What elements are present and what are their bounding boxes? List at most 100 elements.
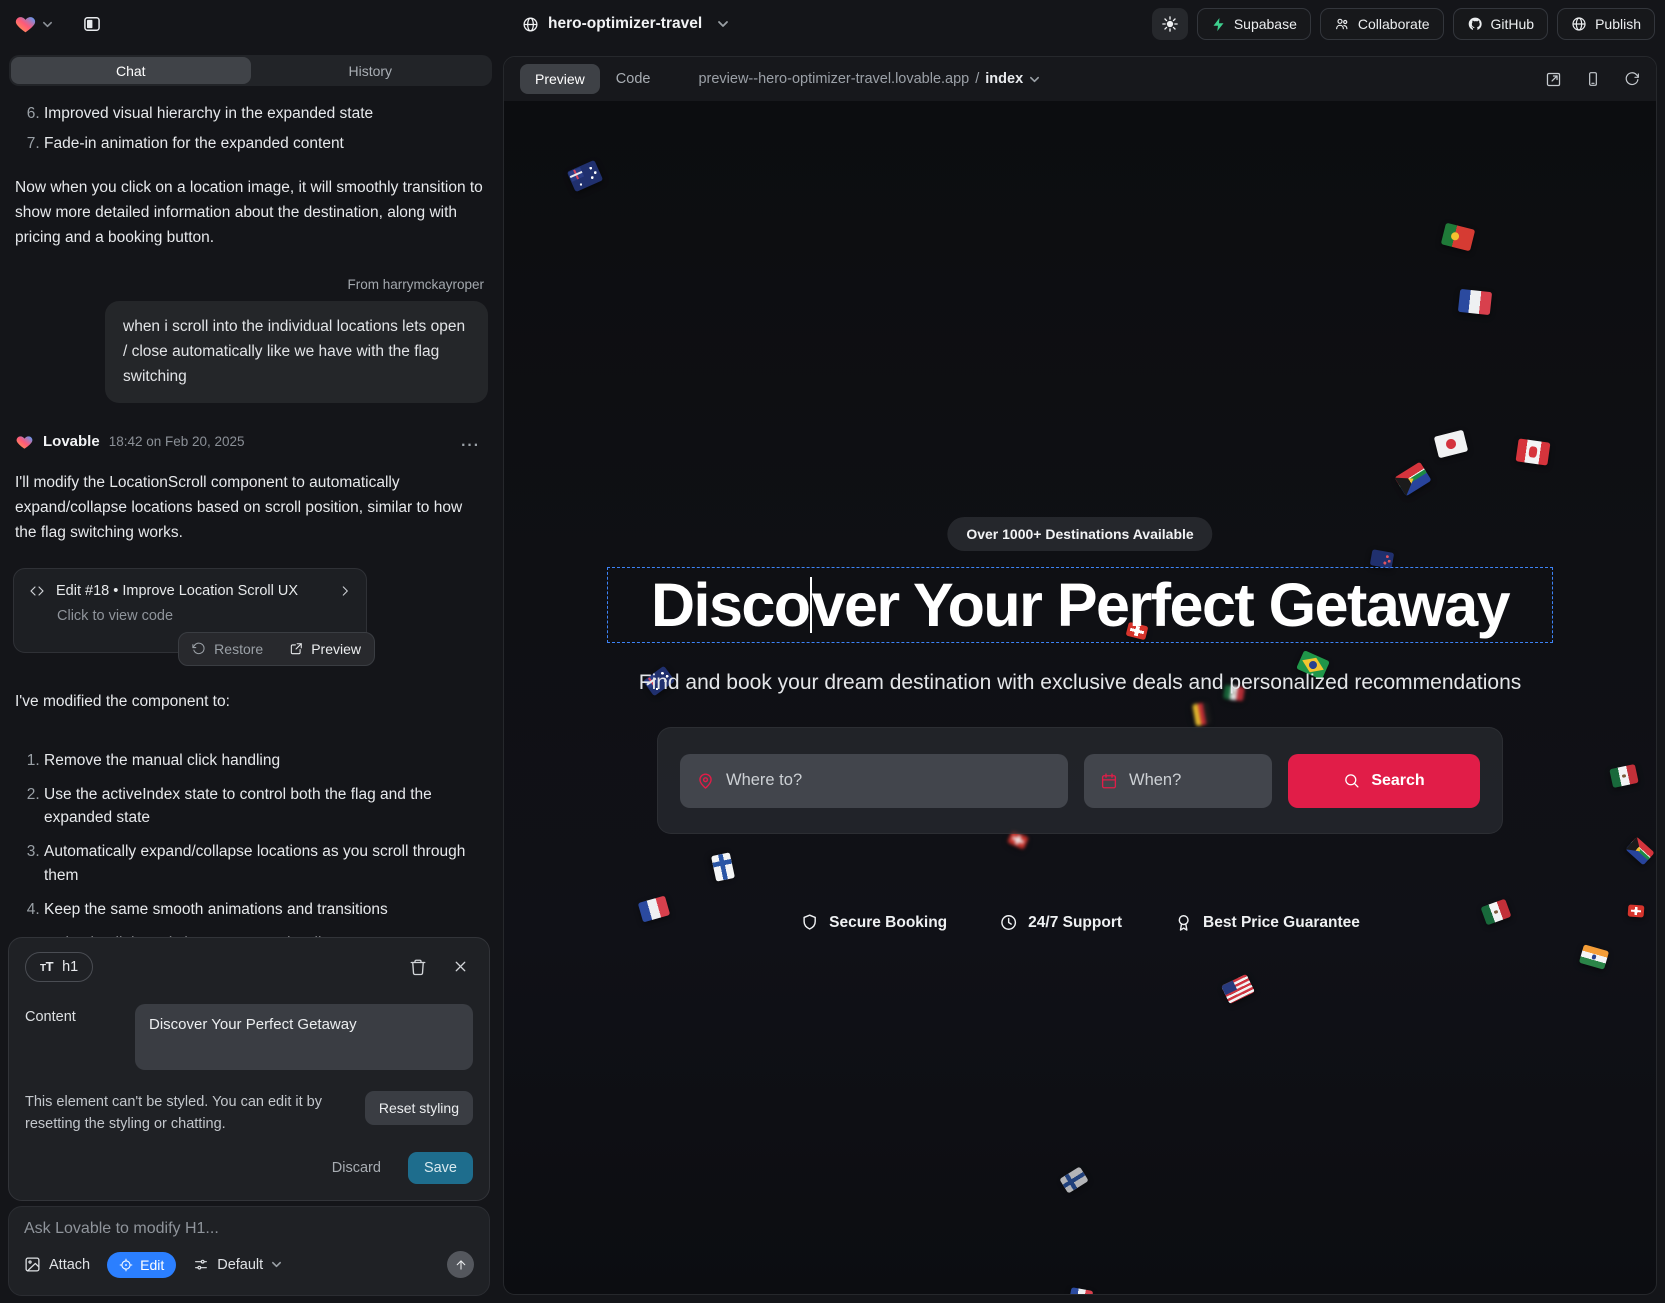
restore-button[interactable]: Restore — [179, 633, 276, 665]
shield-icon — [800, 913, 819, 932]
list-item: Automatically expand/collapse locations … — [44, 840, 488, 887]
close-icon[interactable] — [452, 958, 469, 976]
reset-styling-button[interactable]: Reset styling — [365, 1091, 473, 1125]
edit-card-title: Edit #18 • Improve Location Scroll UX — [56, 583, 298, 599]
url-chevron-down-icon — [1029, 74, 1040, 85]
preview-pane: Preview Code preview--hero-optimizer-tra… — [503, 56, 1657, 1295]
arrow-up-icon — [454, 1258, 468, 1272]
selected-element-chip[interactable]: TT h1 — [25, 952, 93, 982]
search-button[interactable]: Search — [1288, 754, 1480, 808]
lovable-heart-avatar — [15, 433, 34, 451]
date-input-wrap — [1084, 754, 1272, 808]
content-field[interactable]: Discover Your Perfect Getaway — [135, 1004, 473, 1070]
url-page: index — [985, 71, 1023, 87]
destination-input[interactable] — [726, 771, 1052, 790]
lovable-app-window: hero-optimizer-travel Supabase — [0, 0, 1665, 1303]
message-timestamp: 18:42 on Feb 20, 2025 — [109, 434, 245, 449]
settings-button[interactable] — [1152, 8, 1188, 40]
save-button[interactable]: Save — [408, 1152, 473, 1184]
flag-switzerland-icon — [1628, 904, 1645, 917]
element-editor-panel: TT h1 Content Discover Your Perfect Geta… — [8, 937, 490, 1201]
map-pin-icon — [696, 771, 715, 790]
trust-badge-secure: Secure Booking — [800, 913, 947, 932]
flag-india-icon — [1579, 944, 1609, 969]
list-item: Improved visual hierarchy in the expande… — [44, 102, 488, 125]
ask-lovable-card: Attach Edit Default — [8, 1206, 490, 1296]
image-icon — [24, 1256, 41, 1273]
send-button[interactable] — [447, 1251, 474, 1278]
search-icon — [1343, 772, 1360, 789]
preview-toolbar: Preview Code preview--hero-optimizer-tra… — [504, 57, 1656, 101]
assistant-paragraph: I've modified the component to: — [15, 689, 486, 714]
top-actions: Supabase Collaborate GitHub Publish — [1152, 8, 1655, 40]
h1-selection-outline[interactable]: Discover Your Perfect Getaway — [607, 567, 1553, 643]
chevron-right-icon — [338, 584, 352, 598]
people-icon — [1334, 16, 1350, 32]
sidebar-toggle-button[interactable] — [76, 9, 108, 39]
publish-button[interactable]: Publish — [1557, 8, 1655, 40]
flag-canada-icon — [1516, 438, 1551, 465]
tab-code[interactable]: Code — [616, 71, 651, 87]
flag-mexico-icon — [1609, 764, 1638, 788]
github-button[interactable]: GitHub — [1453, 8, 1549, 40]
refresh-icon[interactable] — [1624, 71, 1640, 88]
date-input[interactable] — [1129, 771, 1256, 790]
flag-south-africa-icon — [1625, 837, 1654, 866]
calendar-icon — [1100, 772, 1118, 790]
flag-france-icon — [1458, 289, 1492, 315]
styling-note: This element can't be styled. You can ed… — [25, 1091, 365, 1135]
gear-icon — [1161, 15, 1179, 33]
trash-icon[interactable] — [409, 958, 427, 976]
flag-finland-icon — [711, 852, 735, 881]
top-bar: hero-optimizer-travel Supabase — [0, 0, 1665, 48]
restore-icon — [192, 642, 206, 656]
preview-url[interactable]: preview--hero-optimizer-travel.lovable.a… — [698, 71, 1040, 87]
globe-icon — [522, 16, 539, 33]
project-switcher[interactable]: hero-optimizer-travel — [522, 15, 729, 33]
flag-france-icon — [1069, 1287, 1093, 1294]
flag-new-zealand-icon — [1370, 549, 1394, 569]
supabase-button[interactable]: Supabase — [1197, 8, 1311, 40]
code-icon — [29, 583, 45, 599]
edit-version-card[interactable]: Edit #18 • Improve Location Scroll UX Cl… — [13, 568, 367, 653]
selected-element-tag: h1 — [62, 959, 78, 975]
discard-button[interactable]: Discard — [332, 1160, 381, 1176]
destinations-badge: Over 1000+ Destinations Available — [947, 517, 1212, 551]
message-menu-button[interactable]: ... — [461, 433, 480, 451]
list-item: Remove the manual click handling — [44, 749, 488, 772]
target-icon — [119, 1258, 133, 1272]
open-in-new-tab-icon[interactable] — [1545, 71, 1562, 88]
collaborate-button[interactable]: Collaborate — [1320, 8, 1444, 40]
tab-chat[interactable]: Chat — [11, 57, 251, 84]
chat-mode-selector[interactable]: Default — [193, 1257, 282, 1273]
attach-button[interactable]: Attach — [24, 1256, 90, 1273]
edit-mode-button[interactable]: Edit — [107, 1252, 176, 1278]
preview-version-button[interactable]: Preview — [276, 633, 374, 665]
flag-france-icon — [638, 896, 670, 923]
list-item: Use the activeIndex state to control bot… — [44, 783, 488, 830]
assistant-paragraph: I'll modify the LocationScroll component… — [15, 470, 486, 546]
version-actions: Restore Preview — [178, 632, 375, 666]
user-attribution: From harrymckayroper — [13, 277, 484, 292]
list-item: Fade-in animation for the expanded conte… — [44, 132, 488, 155]
url-host: preview--hero-optimizer-travel.lovable.a… — [698, 71, 969, 87]
trust-badge-support: 24/7 Support — [999, 913, 1122, 932]
assistant-steps-list: Remove the manual click handling Use the… — [13, 749, 488, 956]
trust-badge-price: Best Price Guarantee — [1174, 913, 1360, 932]
destination-input-wrap — [680, 754, 1068, 808]
tab-history[interactable]: History — [251, 57, 491, 84]
flag-united-states-icon — [1221, 974, 1255, 1004]
assistant-paragraph: Now when you click on a location image, … — [15, 175, 486, 251]
flag-finland-icon — [1059, 1166, 1088, 1193]
brand-chevron-down-icon[interactable] — [42, 19, 53, 30]
ask-lovable-input[interactable] — [24, 1220, 474, 1238]
hero-heading[interactable]: Discover Your Perfect Getaway — [651, 570, 1509, 640]
supabase-bolt-icon — [1211, 17, 1226, 32]
list-item: Keep the same smooth animations and tran… — [44, 898, 488, 921]
project-chevron-down-icon — [717, 18, 729, 30]
mobile-view-icon[interactable] — [1585, 71, 1601, 88]
hero-subtitle: Find and book your dream destination wit… — [639, 671, 1522, 695]
chat-tabs: Chat History — [9, 55, 492, 86]
lovable-heart-logo-icon[interactable] — [14, 13, 37, 35]
tab-preview[interactable]: Preview — [520, 64, 600, 94]
